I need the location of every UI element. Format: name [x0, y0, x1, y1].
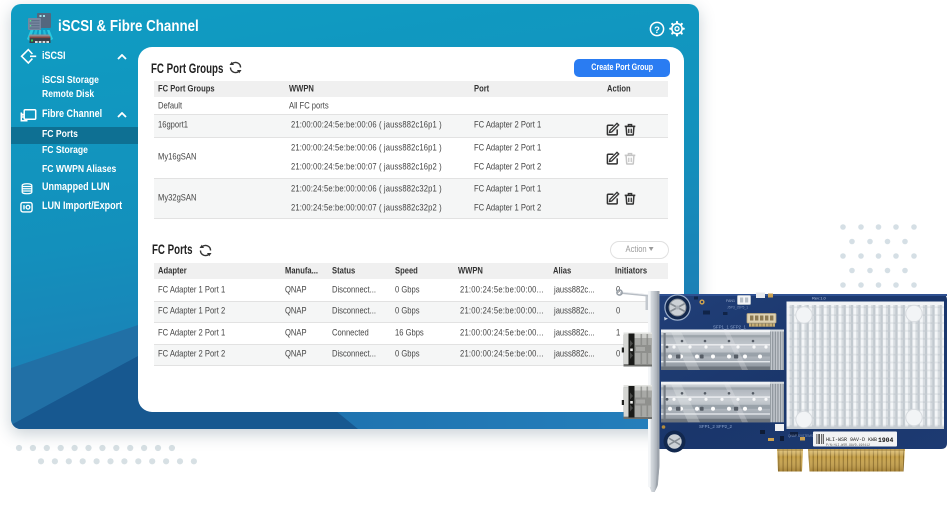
svg-text:SFP1_1 SFP2_1: SFP1_1 SFP2_1 — [713, 325, 747, 330]
svg-text:FAN1: FAN1 — [726, 299, 735, 303]
svg-text:J5P3_J5P5_1: J5P3_J5P5_1 — [727, 306, 748, 310]
svg-text:1904: 1904 — [878, 437, 894, 444]
svg-text:P/N:HLI-WSR-9AVD-190412: P/N:HLI-WSR-9AVD-190412 — [826, 443, 870, 447]
svg-text:SFP1_2 SFP2_2: SFP1_2 SFP2_2 — [699, 424, 733, 429]
svg-text:Rev:1.0: Rev:1.0 — [812, 296, 827, 301]
svg-text:QNAP SYSTEMS: QNAP SYSTEMS — [788, 434, 813, 438]
svg-text:?: ? — [654, 25, 660, 36]
